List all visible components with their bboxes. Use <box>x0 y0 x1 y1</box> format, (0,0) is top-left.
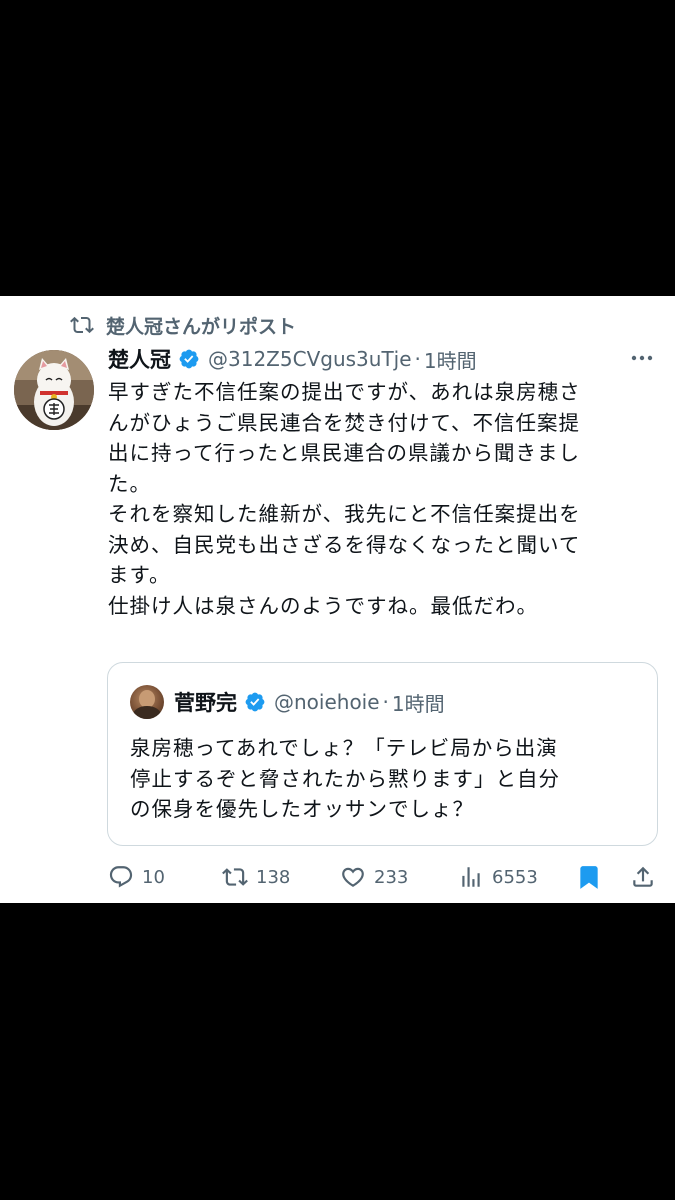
separator-dot: · <box>382 690 389 714</box>
quoted-tweet[interactable]: 菅野完 @noiehoie · 1時間 泉房穂ってあれでしょ？「テレビ局から出演… <box>107 662 658 846</box>
action-bar: 10 138 233 6553 <box>108 860 658 894</box>
quoted-header: 菅野完 @noiehoie · 1時間 <box>174 687 445 717</box>
reply-button[interactable]: 10 <box>108 860 165 894</box>
share-button[interactable] <box>630 860 664 894</box>
quoted-author-name[interactable]: 菅野完 <box>174 687 237 717</box>
like-count: 233 <box>374 866 409 888</box>
quoted-avatar[interactable] <box>130 685 164 719</box>
quoted-timestamp[interactable]: 1時間 <box>392 688 445 717</box>
quoted-text: 泉房穂ってあれでしょ？「テレビ局から出演 停止するぞと脅されたから黙ります」と自… <box>130 736 560 821</box>
repost-label: 楚人冠さんがリポスト <box>106 315 297 338</box>
quoted-avatar-image <box>133 690 161 719</box>
repost-indicator[interactable]: 楚人冠さんがリポスト <box>70 312 296 338</box>
view-count: 6553 <box>492 866 538 888</box>
tweet-text: 早すぎた不信任案の提出ですが、あれは泉房穂さ んがひょうご県民連合を焚き付けて、… <box>108 380 581 618</box>
repost-icon <box>70 316 94 334</box>
repost-button[interactable]: 138 <box>222 860 290 894</box>
views-chart-icon <box>462 867 480 887</box>
author-handle[interactable]: @312Z5CVgus3uTje <box>208 347 412 371</box>
heart-icon <box>342 867 364 887</box>
more-options-icon[interactable] <box>629 348 655 368</box>
author-name[interactable]: 楚人冠 <box>108 344 171 374</box>
separator-dot: · <box>414 347 421 371</box>
quoted-author-handle[interactable]: @noiehoie <box>274 690 380 714</box>
verified-badge-icon <box>179 349 199 369</box>
bookmark-button[interactable] <box>576 860 610 894</box>
tweet-header: 楚人冠 @312Z5CVgus3uTje · 1時間 <box>108 344 628 374</box>
repost-count: 138 <box>256 866 291 888</box>
like-button[interactable]: 233 <box>340 860 408 894</box>
share-icon <box>633 866 653 887</box>
reply-icon <box>109 866 133 888</box>
avatar[interactable] <box>14 350 94 430</box>
timestamp[interactable]: 1時間 <box>424 345 477 374</box>
reply-count: 10 <box>142 866 165 888</box>
tweet-card[interactable]: 楚人冠さんがリポスト 楚人冠 @312Z5CVgus3uTje · 1時間 早す… <box>0 296 675 903</box>
maneki-neko-avatar-image <box>14 350 94 430</box>
repost-icon <box>222 868 248 886</box>
views-button[interactable]: 6553 <box>458 860 538 894</box>
bookmark-filled-icon <box>580 866 598 889</box>
verified-badge-icon <box>245 692 265 712</box>
